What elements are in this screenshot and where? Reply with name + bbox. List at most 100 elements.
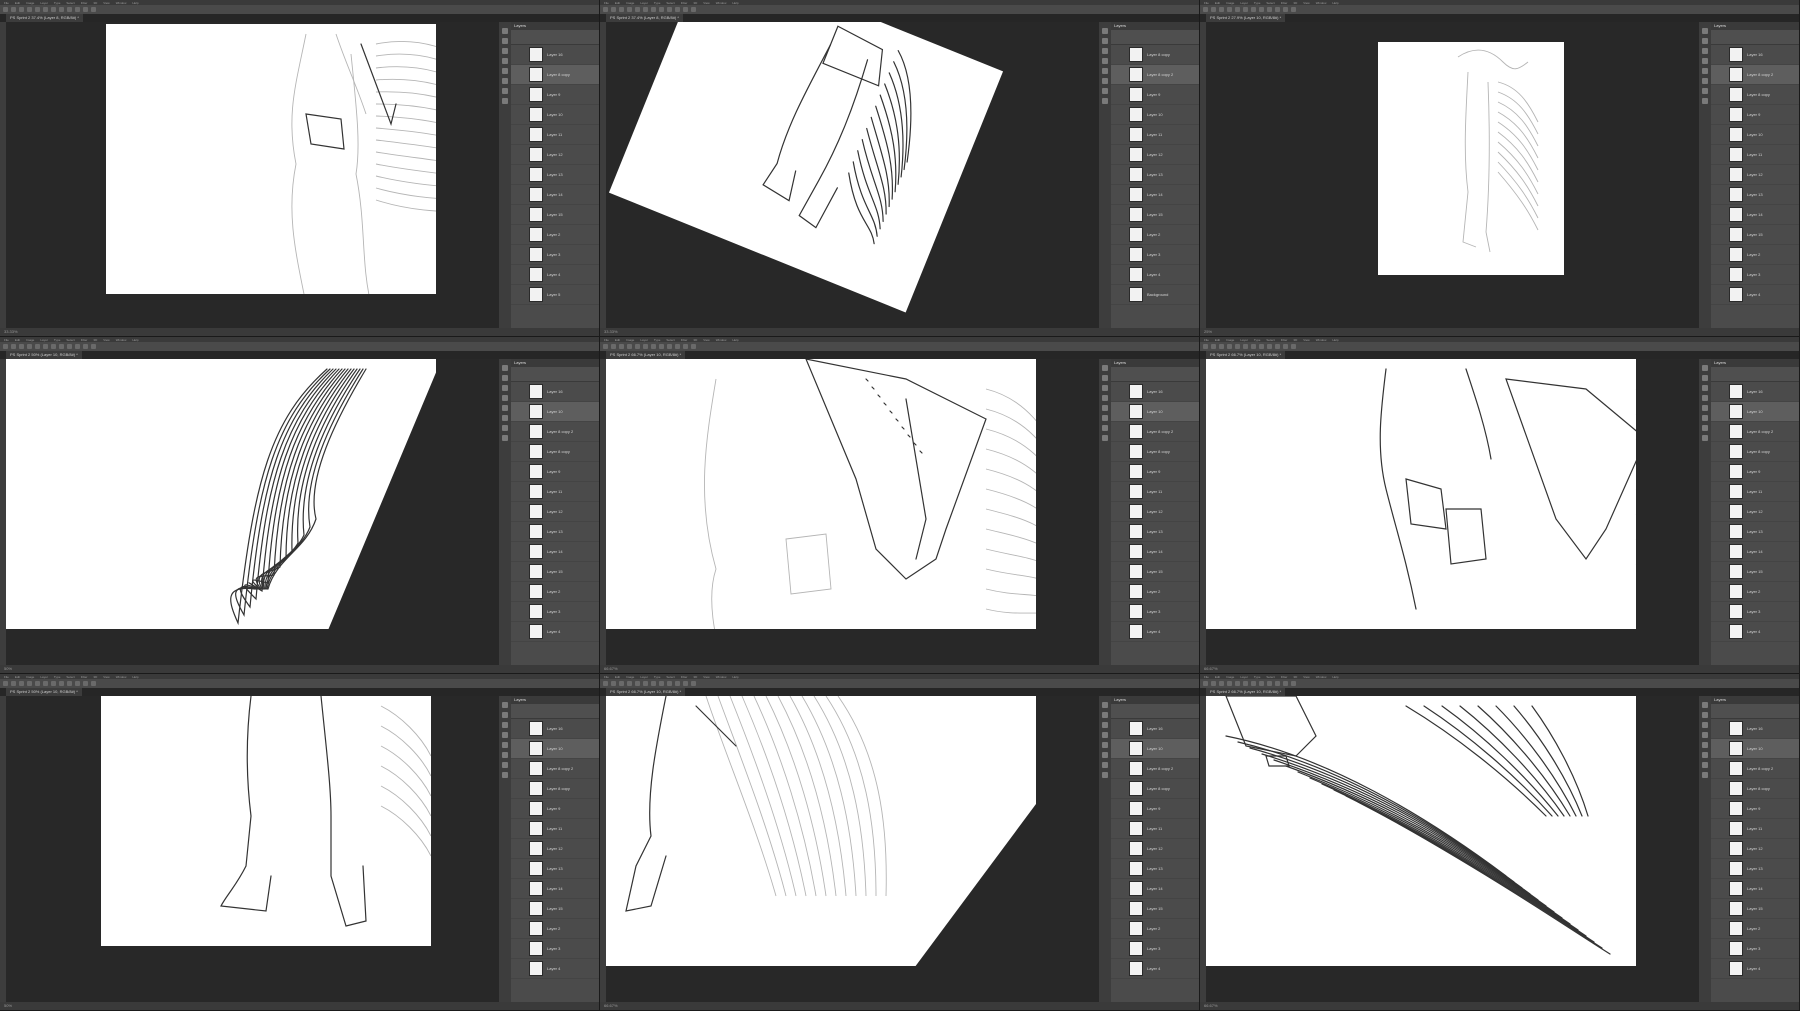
panel-icon[interactable] (1702, 772, 1708, 778)
menu-file[interactable]: File (604, 675, 609, 679)
menu-view[interactable]: View (103, 338, 109, 342)
layer-row[interactable]: Layer 13 (1711, 522, 1799, 542)
panel-icon[interactable] (1702, 28, 1708, 34)
menu-help[interactable]: Help (732, 338, 738, 342)
layer-row[interactable]: Layer 15 (1711, 899, 1799, 919)
layer-row[interactable]: Layer 8 copy (1711, 85, 1799, 105)
layer-row[interactable]: Layer 13 (1111, 522, 1199, 542)
layer-row[interactable]: Layer 12 (511, 839, 599, 859)
layer-row[interactable]: Layer 8 copy (511, 442, 599, 462)
layer-row[interactable]: Layer 8 copy 2 (511, 759, 599, 779)
menu-image[interactable]: Image (1226, 1, 1234, 5)
layer-row[interactable]: Layer 14 (1711, 542, 1799, 562)
menu-filter[interactable]: Filter (81, 338, 88, 342)
panel-icon[interactable] (1702, 732, 1708, 738)
canvas-area[interactable] (6, 359, 499, 665)
panel-icon[interactable] (502, 772, 508, 778)
layers-controls[interactable] (1711, 367, 1799, 382)
layer-row[interactable]: Layer 13 (1711, 859, 1799, 879)
menu-3d[interactable]: 3D (693, 1, 697, 5)
option-icon[interactable] (43, 681, 48, 686)
option-icon[interactable] (643, 681, 648, 686)
panel-icon[interactable] (502, 762, 508, 768)
layer-row[interactable]: Layer 11 (511, 482, 599, 502)
layer-row[interactable]: Layer 12 (1111, 502, 1199, 522)
layer-row[interactable]: Layer 8 copy (1711, 442, 1799, 462)
panel-icon[interactable] (1102, 762, 1108, 768)
panel-icon[interactable] (502, 395, 508, 401)
option-icon[interactable] (1283, 681, 1288, 686)
menu-filter[interactable]: Filter (1281, 675, 1288, 679)
layers-controls[interactable] (1111, 704, 1199, 719)
option-icon[interactable] (19, 344, 24, 349)
panel-icon[interactable] (1102, 772, 1108, 778)
layer-row[interactable]: Layer 8 copy 2 (1711, 422, 1799, 442)
panel-icon[interactable] (1102, 28, 1108, 34)
layers-controls[interactable] (511, 30, 599, 45)
layer-row[interactable]: Layer 8 copy (511, 65, 599, 85)
panel-icon[interactable] (1702, 385, 1708, 391)
menu-filter[interactable]: Filter (1281, 338, 1288, 342)
layer-row[interactable]: Layer 8 copy 2 (511, 422, 599, 442)
option-icon[interactable] (59, 7, 64, 12)
option-icon[interactable] (1275, 344, 1280, 349)
menu-layer[interactable]: Layer (640, 1, 648, 5)
layer-row[interactable]: Layer 16 (1711, 719, 1799, 739)
panel-icon[interactable] (502, 425, 508, 431)
layer-row[interactable]: Layer 15 (1111, 205, 1199, 225)
option-icon[interactable] (675, 7, 680, 12)
layer-row[interactable]: Layer 8 copy 2 (1111, 422, 1199, 442)
option-icon[interactable] (75, 681, 80, 686)
layers-controls[interactable] (1711, 704, 1799, 719)
layer-row[interactable]: Layer 2 (1711, 245, 1799, 265)
menu-select[interactable]: Select (1266, 675, 1274, 679)
menu-window[interactable]: Window (1316, 1, 1327, 5)
panel-icon[interactable] (1702, 98, 1708, 104)
layer-row[interactable]: Layer 8 copy 2 (1711, 65, 1799, 85)
panel-icon[interactable] (1102, 742, 1108, 748)
panel-icon[interactable] (1702, 48, 1708, 54)
menu-layer[interactable]: Layer (40, 675, 48, 679)
layer-row[interactable]: Layer 10 (1711, 402, 1799, 422)
layer-row[interactable]: Layer 15 (1711, 562, 1799, 582)
panel-icon[interactable] (502, 752, 508, 758)
menu-edit[interactable]: Edit (1215, 1, 1220, 5)
option-icon[interactable] (1211, 344, 1216, 349)
menu-window[interactable]: Window (116, 1, 127, 5)
option-icon[interactable] (1235, 681, 1240, 686)
menu-image[interactable]: Image (1226, 338, 1234, 342)
menu-image[interactable]: Image (626, 675, 634, 679)
layer-row[interactable]: Layer 11 (1711, 819, 1799, 839)
panel-icon[interactable] (1702, 415, 1708, 421)
option-icon[interactable] (75, 344, 80, 349)
layer-row[interactable]: Layer 2 (1711, 582, 1799, 602)
layer-row[interactable]: Layer 10 (1711, 739, 1799, 759)
menu-help[interactable]: Help (1332, 1, 1338, 5)
menu-view[interactable]: View (103, 1, 109, 5)
menu-filter[interactable]: Filter (681, 1, 688, 5)
layer-row[interactable]: Layer 9 (511, 799, 599, 819)
layer-row[interactable]: Layer 4 (511, 622, 599, 642)
option-icon[interactable] (667, 7, 672, 12)
panel-icon[interactable] (1102, 365, 1108, 371)
menu-edit[interactable]: Edit (615, 1, 620, 5)
layers-controls[interactable] (1711, 30, 1799, 45)
panel-icon[interactable] (502, 58, 508, 64)
option-icon[interactable] (1203, 681, 1208, 686)
menu-layer[interactable]: Layer (1240, 675, 1248, 679)
option-icon[interactable] (1291, 344, 1296, 349)
layer-row[interactable]: Layer 13 (511, 522, 599, 542)
option-icon[interactable] (1283, 344, 1288, 349)
panel-icon[interactable] (1702, 752, 1708, 758)
option-icon[interactable] (619, 7, 624, 12)
panel-icon[interactable] (1102, 395, 1108, 401)
menu-view[interactable]: View (1303, 675, 1309, 679)
layer-row[interactable]: Layer 4 (1711, 622, 1799, 642)
option-icon[interactable] (635, 681, 640, 686)
layer-row[interactable]: Layer 16 (1111, 382, 1199, 402)
menu-help[interactable]: Help (132, 338, 138, 342)
layer-row[interactable]: Layer 15 (511, 899, 599, 919)
option-icon[interactable] (91, 7, 96, 12)
option-icon[interactable] (1267, 7, 1272, 12)
layer-row[interactable]: Layer 11 (1711, 145, 1799, 165)
